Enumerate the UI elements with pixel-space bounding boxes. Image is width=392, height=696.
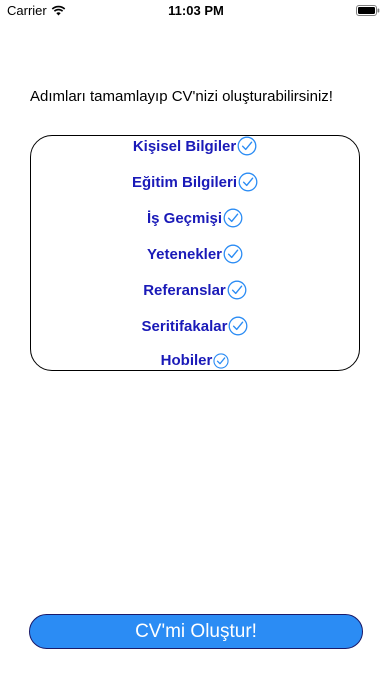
- step-label: İş Geçmişi: [146, 209, 223, 227]
- checkmark-circle-icon: [228, 316, 248, 336]
- step-label: Hobiler: [160, 352, 213, 369]
- checkmark-circle-icon: [213, 352, 229, 369]
- step-kisisel-bilgiler[interactable]: Kişisel Bilgiler: [31, 136, 359, 156]
- step-label: Referanslar: [143, 281, 226, 299]
- steps-list: Kişisel Bilgiler Eğitim Bilgileri İş Geç…: [30, 135, 360, 371]
- step-label: Seritifakalar: [141, 317, 228, 335]
- intro-text: Adımları tamamlayıp CV'nizi oluşturabili…: [30, 88, 333, 105]
- step-egitim-bilgileri[interactable]: Eğitim Bilgileri: [31, 172, 359, 192]
- checkmark-circle-icon: [223, 208, 243, 228]
- checkmark-circle-icon: [237, 136, 257, 156]
- step-is-gecmisi[interactable]: İş Geçmişi: [31, 208, 359, 228]
- checkmark-circle-icon: [227, 280, 247, 300]
- status-time: 11:03 PM: [168, 3, 224, 18]
- step-yetenekler[interactable]: Yetenekler: [31, 244, 359, 264]
- checkmark-circle-icon: [223, 244, 243, 264]
- step-hobiler[interactable]: Hobiler: [31, 352, 359, 369]
- create-cv-button[interactable]: CV'mi Oluştur!: [29, 614, 363, 649]
- battery-icon: [356, 5, 380, 16]
- step-label: Kişisel Bilgiler: [132, 137, 237, 155]
- status-bar: Carrier 11:03 PM: [0, 0, 392, 24]
- step-referanslar[interactable]: Referanslar: [31, 280, 359, 300]
- step-label: Eğitim Bilgileri: [131, 173, 237, 191]
- step-label: Yetenekler: [146, 245, 223, 263]
- step-seritifakalar[interactable]: Seritifakalar: [31, 316, 359, 336]
- checkmark-circle-icon: [238, 172, 258, 192]
